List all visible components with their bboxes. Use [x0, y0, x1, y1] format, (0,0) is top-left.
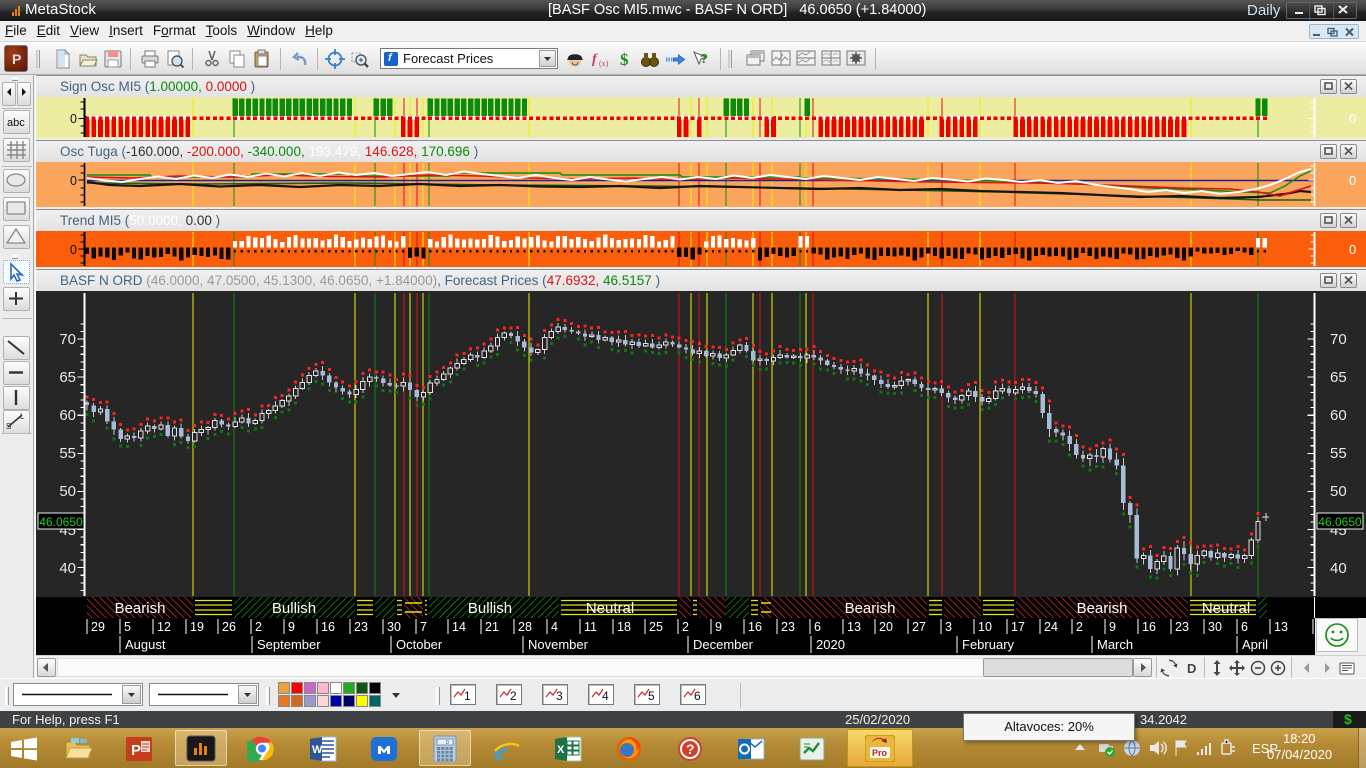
svg-text:25: 25 [649, 620, 663, 634]
svg-text:60: 60 [59, 407, 76, 424]
svg-text:6: 6 [814, 620, 821, 634]
svg-text:2: 2 [255, 620, 262, 634]
svg-text:19: 19 [190, 620, 204, 634]
svg-text:50: 50 [59, 483, 76, 500]
svg-text:29: 29 [91, 620, 105, 634]
svg-text:D: D [1187, 661, 1196, 676]
svg-text:?: ? [686, 741, 695, 757]
svg-text:20: 20 [879, 620, 893, 634]
svg-text:70: 70 [1330, 331, 1347, 348]
svg-text:70: 70 [59, 331, 76, 348]
svg-text:40: 40 [59, 560, 76, 577]
svg-text:(x): (x) [599, 59, 609, 68]
svg-text:September: September [257, 637, 321, 652]
svg-text:17: 17 [1011, 620, 1025, 634]
svg-text:August: August [125, 637, 166, 652]
svg-text:27: 27 [912, 620, 926, 634]
svg-text:16: 16 [321, 620, 335, 634]
svg-text:23: 23 [781, 620, 795, 634]
svg-text:Pro: Pro [872, 748, 888, 758]
svg-text:Bullish: Bullish [272, 600, 316, 617]
svg-text:X: X [557, 744, 565, 756]
svg-text:65: 65 [59, 369, 76, 386]
svg-text:2: 2 [1076, 620, 1083, 634]
svg-text:0: 0 [1349, 242, 1356, 257]
svg-text:2020: 2020 [816, 637, 845, 652]
svg-text:December: December [693, 637, 754, 652]
svg-text:2: 2 [510, 689, 517, 703]
svg-text:5: 5 [124, 620, 131, 634]
svg-text:10: 10 [978, 620, 992, 634]
svg-text:14: 14 [452, 620, 466, 634]
svg-text:16: 16 [748, 620, 762, 634]
svg-text:11: 11 [584, 620, 597, 634]
svg-text:Bearish: Bearish [115, 600, 166, 617]
svg-text:46.0650: 46.0650 [1318, 515, 1362, 529]
svg-text:0: 0 [1349, 111, 1356, 126]
svg-text:4: 4 [551, 620, 558, 634]
svg-text:November: November [528, 637, 589, 652]
svg-text:April: April [1242, 637, 1268, 652]
svg-text:4: 4 [602, 689, 609, 703]
svg-text:?: ? [700, 51, 708, 66]
svg-text:13: 13 [847, 620, 861, 634]
svg-text:60: 60 [1330, 407, 1347, 424]
svg-text:46.0650: 46.0650 [39, 515, 83, 529]
svg-text:6: 6 [694, 689, 701, 703]
svg-text:Bearish: Bearish [845, 600, 896, 617]
svg-text:18: 18 [617, 620, 631, 634]
svg-text:55: 55 [59, 445, 76, 462]
svg-text:30: 30 [387, 620, 401, 634]
svg-text:Neutral: Neutral [586, 600, 634, 617]
svg-text:$: $ [620, 50, 629, 69]
svg-text:February: February [962, 637, 1015, 652]
svg-text:3: 3 [945, 620, 952, 634]
svg-text:Bearish: Bearish [1077, 600, 1128, 617]
svg-text:16: 16 [1142, 620, 1156, 634]
svg-text:1: 1 [464, 689, 471, 703]
svg-text:50: 50 [1330, 483, 1347, 500]
svg-text:0: 0 [446, 740, 449, 746]
svg-text:f: f [592, 52, 598, 67]
svg-text:March: March [1097, 637, 1133, 652]
svg-text:12: 12 [157, 620, 171, 634]
svg-text:W: W [312, 744, 323, 756]
svg-text:3: 3 [556, 689, 563, 703]
svg-text:5: 5 [648, 689, 655, 703]
svg-text:0: 0 [70, 243, 77, 257]
svg-text:P: P [131, 742, 141, 759]
svg-text:0: 0 [70, 174, 77, 188]
svg-text:55: 55 [1330, 445, 1347, 462]
svg-text:6: 6 [1241, 620, 1248, 634]
svg-text:0: 0 [70, 112, 77, 126]
svg-text:40: 40 [1330, 560, 1347, 577]
svg-text:Neutral: Neutral [1202, 600, 1250, 617]
svg-text:24: 24 [1044, 620, 1058, 634]
svg-text:0: 0 [1349, 173, 1356, 188]
svg-text:65: 65 [1330, 369, 1347, 386]
svg-text:23: 23 [1175, 620, 1189, 634]
svg-text:26: 26 [222, 620, 236, 634]
svg-text:9: 9 [1109, 620, 1116, 634]
svg-text:23: 23 [354, 620, 368, 634]
svg-text:2: 2 [682, 620, 689, 634]
svg-text:13: 13 [1274, 620, 1288, 634]
svg-text:Bullish: Bullish [468, 600, 512, 617]
svg-text:7: 7 [420, 620, 427, 634]
svg-text:October: October [396, 637, 443, 652]
svg-text:9: 9 [288, 620, 295, 634]
svg-text:28: 28 [518, 620, 532, 634]
svg-text:21: 21 [485, 620, 499, 634]
svg-text:30: 30 [1208, 620, 1222, 634]
svg-text:9: 9 [715, 620, 722, 634]
